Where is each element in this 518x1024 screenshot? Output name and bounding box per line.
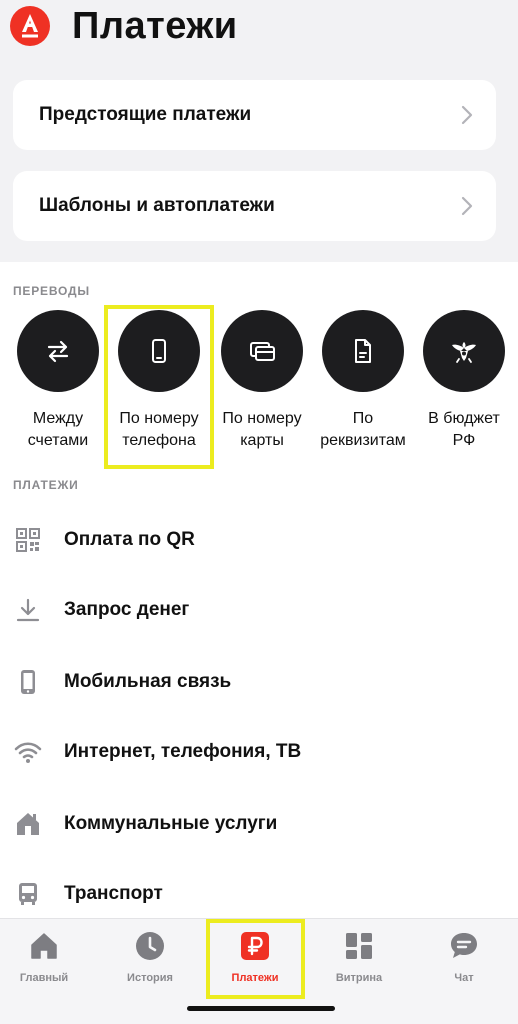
upcoming-payments-card[interactable]: Предстоящие платежи xyxy=(13,80,496,150)
payment-row-label: Оплата по QR xyxy=(64,529,195,550)
house-icon xyxy=(14,810,42,838)
templates-card[interactable]: Шаблоны и автоплатежи xyxy=(13,171,496,241)
chevron-right-icon xyxy=(461,196,473,216)
transfer-by-card[interactable]: По номеру карты xyxy=(212,310,312,452)
transfer-circle xyxy=(17,310,99,392)
clock-icon xyxy=(133,929,167,963)
download-arrow-icon xyxy=(14,596,42,624)
transfer-circle xyxy=(221,310,303,392)
tab-label: Чат xyxy=(454,972,474,984)
tab-history[interactable]: История xyxy=(102,929,198,984)
home-icon xyxy=(27,929,61,963)
payment-row-internet[interactable]: Интернет, телефония, ТВ xyxy=(0,722,518,782)
payment-row-request-money[interactable]: Запрос денег xyxy=(0,580,518,640)
payment-row-label: Мобильная связь xyxy=(64,671,232,692)
wifi-icon xyxy=(14,738,42,766)
cards-icon xyxy=(250,342,275,361)
payment-row-label: Интернет, телефония, ТВ xyxy=(64,741,302,762)
transfer-label: По номеру карты xyxy=(222,410,302,449)
payment-row-utilities[interactable]: Коммунальные услуги xyxy=(0,794,518,854)
highlight-box xyxy=(104,305,214,469)
chat-bubble-icon xyxy=(447,929,481,963)
tab-home[interactable]: Главный xyxy=(0,929,92,984)
transfer-between-accounts[interactable]: Между счетами xyxy=(8,310,108,452)
highlight-box xyxy=(206,919,305,999)
tab-label: История xyxy=(127,972,173,984)
alfa-logo-icon xyxy=(10,6,50,46)
payment-row-transport[interactable]: Транспорт xyxy=(0,864,518,924)
tab-showcase[interactable]: Витрина xyxy=(311,929,407,984)
upcoming-payments-label: Предстоящие платежи xyxy=(39,104,252,125)
tab-label: Витрина xyxy=(335,972,383,984)
payment-row-mobile[interactable]: Мобильная связь xyxy=(0,652,518,712)
transfer-circle xyxy=(423,310,505,392)
top-area: Платежи Предстоящие платежи Шаблоны и ав… xyxy=(0,0,518,262)
chevron-right-icon xyxy=(461,105,473,125)
payment-row-label: Транспорт xyxy=(64,883,163,904)
page-title: Платежи xyxy=(72,4,238,47)
tab-label: Главный xyxy=(19,972,69,984)
transfer-to-budget[interactable]: В бюджет РФ xyxy=(414,310,514,452)
eagle-emblem-icon xyxy=(452,342,476,363)
payments-section-label: ПЛАТЕЖИ xyxy=(13,478,79,492)
transfer-label: В бюджет РФ xyxy=(428,410,500,449)
main-content: ПЕРЕВОДЫ Между счетами По номеру телефон… xyxy=(0,262,518,918)
grid-icon xyxy=(342,929,376,963)
templates-label: Шаблоны и автоплатежи xyxy=(39,195,275,216)
transfer-by-details[interactable]: По реквизитам xyxy=(313,310,413,452)
qr-code-icon xyxy=(14,526,42,554)
transfer-label: Между счетами xyxy=(27,410,89,449)
tab-chat[interactable]: Чат xyxy=(416,929,512,984)
transfer-circle xyxy=(322,310,404,392)
swap-arrows-icon xyxy=(47,340,69,363)
transfers-section-label: ПЕРЕВОДЫ xyxy=(13,284,90,298)
transfer-label: По реквизитам xyxy=(320,410,406,449)
document-icon xyxy=(355,339,371,363)
payment-row-label: Коммунальные услуги xyxy=(64,813,278,834)
bus-icon xyxy=(14,880,42,908)
smartphone-icon xyxy=(14,668,42,696)
payment-row-label: Запрос денег xyxy=(64,599,190,620)
payment-row-qr[interactable]: Оплата по QR xyxy=(0,510,518,570)
home-indicator xyxy=(187,1006,335,1011)
page-header: Платежи xyxy=(10,4,238,48)
